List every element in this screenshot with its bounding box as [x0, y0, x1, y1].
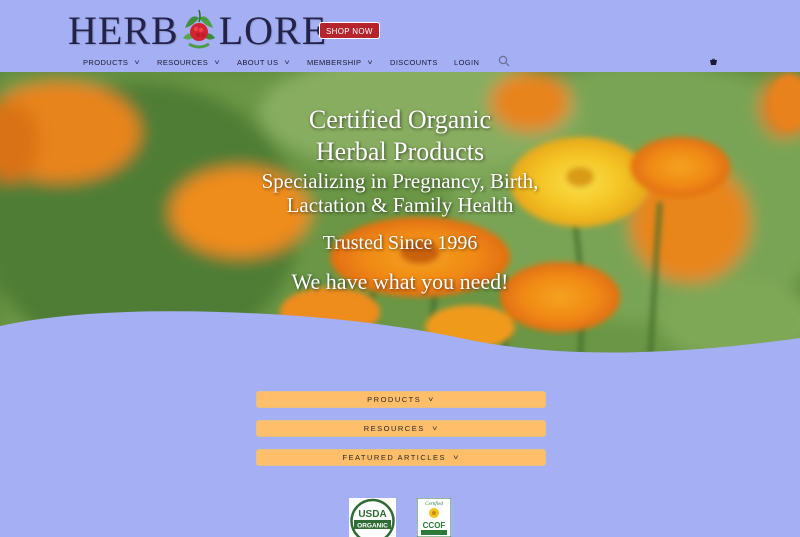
chevron-down-icon: ˅	[453, 455, 461, 462]
hero-subtitle-line1: Specializing in Pregnancy, Birth,	[261, 169, 539, 193]
search-icon[interactable]	[498, 55, 510, 67]
site-header: HERB LORE SHOP NOW PRODUCTS ˅ RESOURCES ˅ …	[0, 0, 800, 72]
hero-tagline: We have what you need!	[291, 269, 509, 294]
nav-item-discounts[interactable]: DISCOUNTS	[390, 55, 438, 71]
chevron-down-icon: ˅	[367, 60, 374, 67]
shop-now-button[interactable]: SHOP NOW	[319, 22, 380, 39]
usda-organic-seal: USDA ORGANIC	[349, 498, 396, 537]
nav-item-login[interactable]: LOGIN	[454, 55, 479, 71]
ccof-certified-seal: Certified CCOF	[417, 498, 451, 537]
nav-item-resources[interactable]: RESOURCES ˅	[157, 55, 220, 72]
main-nav: PRODUCTS ˅ RESOURCES ˅ ABOUT US ˅ MEMBERSHI…	[0, 55, 800, 71]
herb-lore-logo[interactable]: HERB LORE	[68, 6, 327, 54]
chevron-down-icon: ˅	[134, 60, 141, 67]
nav-item-products[interactable]: PRODUCTS ˅	[83, 55, 140, 72]
wave-divider	[0, 311, 800, 370]
accordion-resources[interactable]: RESOURCES ˅	[256, 420, 546, 437]
ccof-text: CCOF	[423, 521, 446, 530]
organic-text: ORGANIC	[357, 523, 388, 530]
logo-text-lore: LORE	[218, 7, 328, 53]
ccof-certified-text: Certified	[425, 502, 443, 507]
usda-text: USDA	[358, 509, 386, 520]
hero-title-line2: Herbal Products	[315, 137, 485, 166]
chevron-down-icon: ˅	[284, 60, 291, 67]
hero-subtitle-line2: Lactation & Family Health	[286, 193, 514, 217]
accordion-products[interactable]: PRODUCTS ˅	[256, 391, 546, 408]
hero-trusted: Trusted Since 1996	[322, 232, 478, 254]
chevron-down-icon: ˅	[428, 397, 436, 404]
chevron-down-icon: ˅	[431, 426, 440, 433]
accordion-featured-articles[interactable]: FEATURED ARTICLES ˅	[256, 449, 546, 466]
cart-icon[interactable]	[709, 58, 718, 66]
nav-item-membership[interactable]: MEMBERSHIP ˅	[307, 55, 373, 72]
raspberry-leaf-icon	[182, 9, 215, 49]
hero-title-line1: Certified Organic	[308, 105, 492, 134]
logo-text-herb: HERB	[68, 7, 179, 53]
nav-item-about-us[interactable]: ABOUT US ˅	[237, 55, 290, 72]
chevron-down-icon: ˅	[214, 60, 221, 67]
